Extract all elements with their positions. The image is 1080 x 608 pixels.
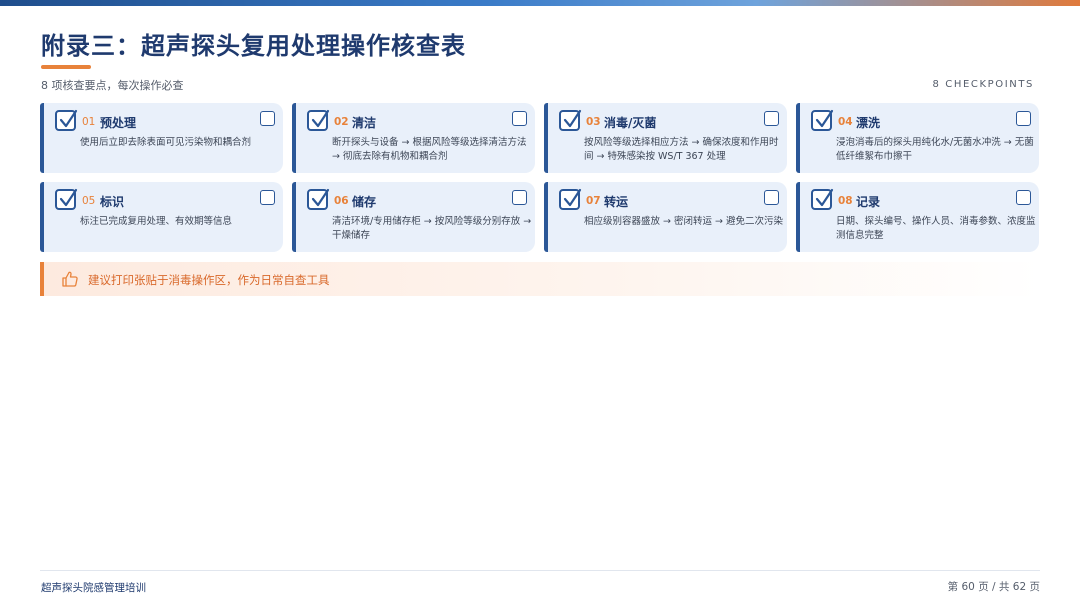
- checklist-item-disinfection: 03 消毒/灭菌 按风险等级选择相应方法 → 确保浓度和作用时间 → 特殊感染按…: [544, 103, 787, 173]
- top-accent-bar: [0, 0, 1080, 6]
- checked-checkbox-icon[interactable]: [811, 188, 834, 210]
- item-number: 05: [82, 195, 96, 207]
- item-number: 01: [82, 116, 96, 128]
- footer-course-title: 超声探头院感管理培训: [41, 582, 146, 594]
- empty-checkbox-icon[interactable]: [764, 111, 779, 126]
- checklist-item-rinsing: 04 漂洗 浸泡消毒后的探头用纯化水/无菌水冲洗 → 无菌低纤维絮布巾擦干: [796, 103, 1039, 173]
- empty-checkbox-icon[interactable]: [1016, 190, 1031, 205]
- page-separator: 页 / 共: [978, 581, 1010, 593]
- tip-banner: 建议打印张贴于消毒操作区，作为日常自查工具: [40, 262, 1040, 296]
- current-page-number: 60: [961, 581, 975, 593]
- page-prefix: 第: [947, 581, 959, 593]
- item-number: 08: [838, 195, 853, 207]
- checked-checkbox-icon[interactable]: [55, 109, 78, 131]
- total-page-number: 62: [1012, 581, 1027, 593]
- item-description: 清洁环境/专用储存柜 → 按风险等级分别存放 → 干燥储存: [332, 216, 532, 241]
- checked-checkbox-icon[interactable]: [811, 109, 834, 131]
- item-label: 记录: [856, 195, 881, 209]
- checkpoint-count: 8 CHECKPOINTS: [932, 79, 1034, 90]
- checklist-item-transport: 07 转运 相应级别容器盛放 → 密闭转运 → 避免二次污染: [544, 182, 787, 252]
- checked-checkbox-icon[interactable]: [559, 109, 582, 131]
- item-label: 漂洗: [856, 116, 881, 130]
- checklist-item-labeling: 05 标识 标注已完成复用处理、有效期等信息: [40, 182, 283, 252]
- empty-checkbox-icon[interactable]: [1016, 111, 1031, 126]
- item-number: 04: [838, 116, 853, 128]
- item-label: 消毒/灭菌: [604, 116, 657, 130]
- page-indicator: 第 60 页 / 共 62 页: [948, 579, 1040, 594]
- empty-checkbox-icon[interactable]: [512, 111, 527, 126]
- item-description: 按风险等级选择相应方法 → 确保浓度和作用时间 → 特殊感染按 WS/T 367…: [584, 137, 779, 162]
- checked-checkbox-icon[interactable]: [307, 109, 330, 131]
- item-number: 02: [334, 116, 349, 128]
- item-description: 使用后立即去除表面可见污染物和耦合剂: [80, 137, 252, 148]
- empty-checkbox-icon[interactable]: [512, 190, 527, 205]
- item-number: 03: [586, 116, 601, 128]
- checked-checkbox-icon[interactable]: [559, 188, 582, 210]
- item-label: 转运: [604, 195, 629, 209]
- item-label: 储存: [352, 195, 377, 209]
- thumbs-up-icon: [62, 271, 78, 287]
- empty-checkbox-icon[interactable]: [260, 190, 275, 205]
- item-label: 预处理: [100, 116, 137, 130]
- tip-text: 建议打印张贴于消毒操作区，作为日常自查工具: [88, 273, 330, 287]
- empty-checkbox-icon[interactable]: [764, 190, 779, 205]
- checked-checkbox-icon[interactable]: [307, 188, 330, 210]
- footer-divider: [40, 570, 1040, 571]
- item-label: 清洁: [352, 116, 377, 130]
- item-description: 浸泡消毒后的探头用纯化水/无菌水冲洗 → 无菌低纤维絮布巾擦干: [836, 137, 1034, 162]
- item-description: 标注已完成复用处理、有效期等信息: [80, 216, 233, 227]
- page-suffix: 页: [1029, 581, 1041, 593]
- item-number: 07: [586, 195, 601, 207]
- item-description: 日期、探头编号、操作人员、消毒参数、浓度监测信息完整: [836, 216, 1036, 241]
- item-number: 06: [334, 195, 349, 207]
- empty-checkbox-icon[interactable]: [260, 111, 275, 126]
- checklist-item-recording: 08 记录 日期、探头编号、操作人员、消毒参数、浓度监测信息完整: [796, 182, 1039, 252]
- page-subtitle: 8 项核查要点，每次操作必查: [41, 79, 184, 92]
- checklist-item-cleaning: 02 清洁 断开探头与设备 → 根据风险等级选择清洁方法 → 彻底去除有机物和耦…: [292, 103, 535, 173]
- title-underline: [41, 65, 91, 69]
- checklist-item-storage: 06 储存 清洁环境/专用储存柜 → 按风险等级分别存放 → 干燥储存: [292, 182, 535, 252]
- checked-checkbox-icon[interactable]: [55, 188, 78, 210]
- page-title: 附录三：超声探头复用处理操作核查表: [41, 31, 466, 60]
- checklist-item-pretreatment: 01 预处理 使用后立即去除表面可见污染物和耦合剂: [40, 103, 283, 173]
- item-description: 断开探头与设备 → 根据风险等级选择清洁方法 → 彻底去除有机物和耦合剂: [332, 137, 527, 162]
- item-description: 相应级别容器盛放 → 密闭转运 → 避免二次污染: [584, 216, 783, 227]
- item-label: 标识: [100, 195, 125, 209]
